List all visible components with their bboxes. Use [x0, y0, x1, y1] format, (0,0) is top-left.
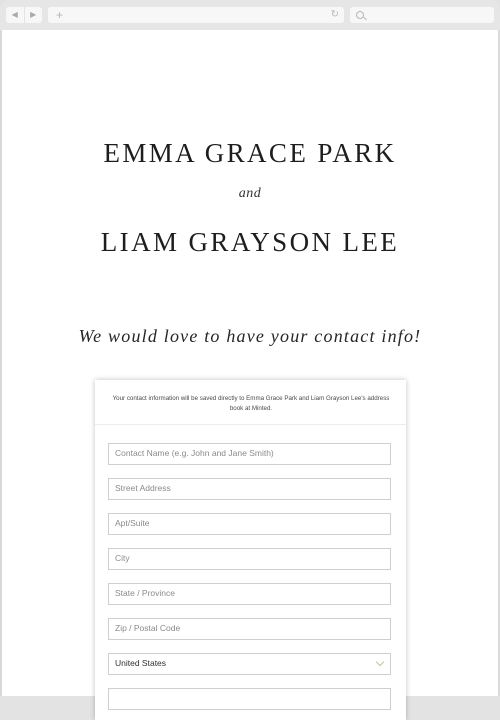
couple-name-two: LIAM GRAYSON LEE	[100, 227, 400, 257]
zip-postal-field[interactable]: Zip / Postal Code	[108, 618, 391, 640]
search-icon	[356, 11, 364, 19]
form-divider	[95, 424, 406, 425]
apt-suite-placeholder: Apt/Suite	[115, 518, 150, 528]
state-province-placeholder: State / Province	[115, 588, 176, 598]
nav-buttons: ◀ ▶	[6, 7, 42, 23]
country-selected-value: United States	[115, 658, 167, 668]
back-arrow-icon: ◀	[11, 10, 18, 19]
chevron-down-icon	[375, 657, 385, 667]
page-headline: We would love to have your contact info!	[78, 326, 422, 346]
new-tab-icon[interactable]: +	[56, 8, 63, 22]
contact-name-field[interactable]: Contact Name (e.g. John and Jane Smith)	[108, 443, 391, 465]
apt-suite-field[interactable]: Apt/Suite	[108, 513, 391, 535]
country-select[interactable]: United States	[108, 653, 391, 675]
names-connector: and	[238, 186, 262, 201]
browser-toolbar: ◀ ▶ + ↻	[0, 0, 500, 30]
back-button[interactable]: ◀	[6, 7, 24, 23]
forward-arrow-icon: ▶	[30, 10, 37, 19]
street-address-placeholder: Street Address	[115, 483, 171, 493]
city-placeholder: City	[115, 553, 130, 563]
address-bar[interactable]: + ↻	[48, 7, 344, 23]
street-address-field[interactable]: Street Address	[108, 478, 391, 500]
state-province-field[interactable]: State / Province	[108, 583, 391, 605]
zip-postal-placeholder: Zip / Postal Code	[115, 623, 181, 633]
city-field[interactable]: City	[108, 548, 391, 570]
couple-name-one: EMMA GRACE PARK	[103, 138, 397, 168]
browser-window: ◀ ▶ + ↻ EMMA GRACE PARK and LIAM GRAYSON…	[0, 0, 500, 720]
browser-search-field[interactable]	[350, 7, 494, 23]
contact-name-placeholder: Contact Name (e.g. John and Jane Smith)	[115, 448, 274, 458]
contact-form-card: Your contact information will be saved d…	[95, 380, 406, 720]
reload-icon[interactable]: ↻	[331, 9, 339, 21]
forward-button[interactable]: ▶	[23, 7, 43, 23]
page-content: EMMA GRACE PARK and LIAM GRAYSON LEE We …	[2, 30, 498, 720]
next-form-field[interactable]	[108, 688, 391, 710]
form-notice: Your contact information will be saved d…	[112, 395, 390, 412]
